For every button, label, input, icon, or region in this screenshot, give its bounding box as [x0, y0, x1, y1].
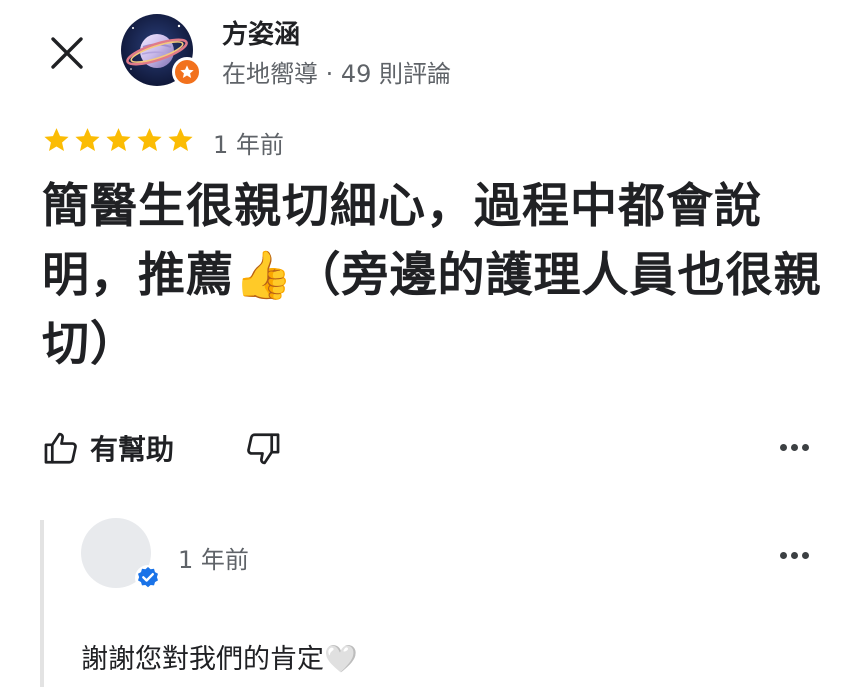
reply-divider — [40, 520, 44, 687]
verified-check-icon — [135, 565, 161, 591]
owner-response-more-button[interactable] — [774, 540, 814, 570]
thumbs-down-icon — [247, 433, 280, 465]
thumbs-up-icon — [44, 432, 77, 464]
more-horizontal-icon — [779, 443, 809, 451]
owner-response-time: 1 年前 — [178, 546, 249, 574]
star-icon — [106, 128, 131, 152]
reviewer-meta: 在地嚮導 · 49 則評論 — [222, 60, 452, 88]
review-more-button[interactable] — [774, 432, 814, 462]
owner-response-text: 謝謝您對我們的肯定🤍 — [81, 644, 358, 675]
star-icon — [75, 128, 100, 152]
star-icon — [168, 128, 193, 152]
review-time: 1 年前 — [213, 131, 284, 159]
more-horizontal-icon — [779, 551, 809, 559]
local-guide-badge — [172, 57, 202, 87]
verified-badge — [134, 564, 162, 592]
helpful-label: 有幫助 — [90, 433, 175, 466]
local-guide-star-icon — [180, 65, 194, 78]
not-helpful-button[interactable] — [244, 430, 282, 472]
reviewer-name[interactable]: 方姿涵 — [222, 14, 300, 51]
close-icon — [51, 37, 83, 69]
close-button[interactable] — [44, 30, 90, 76]
review-text: 簡醫生很親切細心，過程中都會說明，推薦👍（旁邊的護理人員也很親切） — [42, 179, 822, 372]
star-icon — [137, 128, 162, 152]
helpful-button[interactable]: 有幫助 — [42, 428, 174, 468]
star-icon — [44, 128, 69, 152]
star-rating — [42, 126, 195, 155]
